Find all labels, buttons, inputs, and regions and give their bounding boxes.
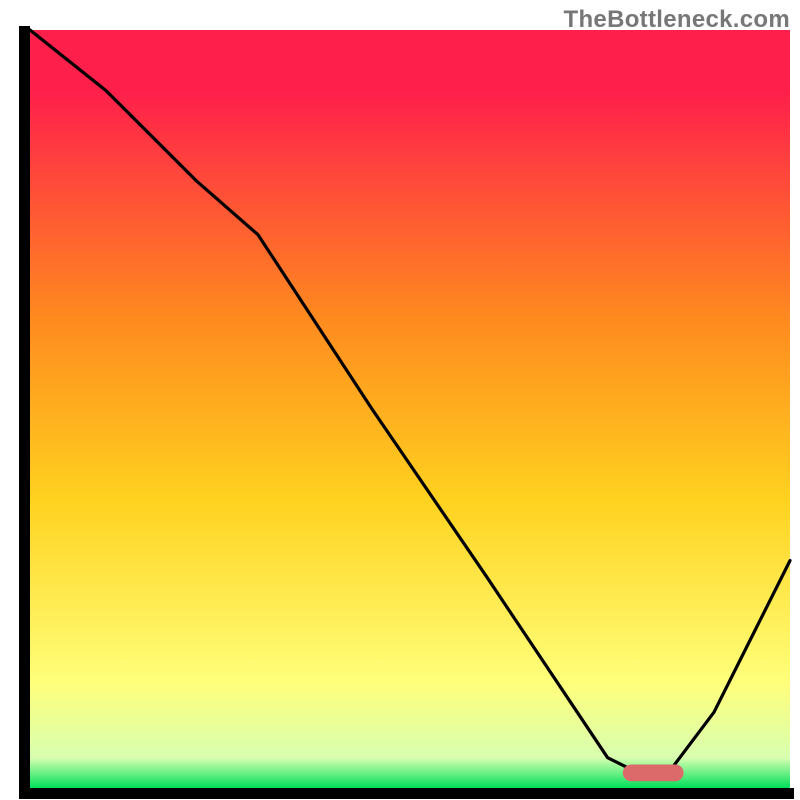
watermark-text: TheBottleneck.com	[564, 6, 790, 34]
chart-frame: TheBottleneck.com	[0, 0, 800, 800]
y-axis	[19, 26, 30, 799]
plot-background-gradient	[30, 30, 790, 788]
x-axis	[19, 788, 794, 799]
selected-range-marker	[623, 765, 684, 782]
bottleneck-chart	[0, 0, 800, 800]
